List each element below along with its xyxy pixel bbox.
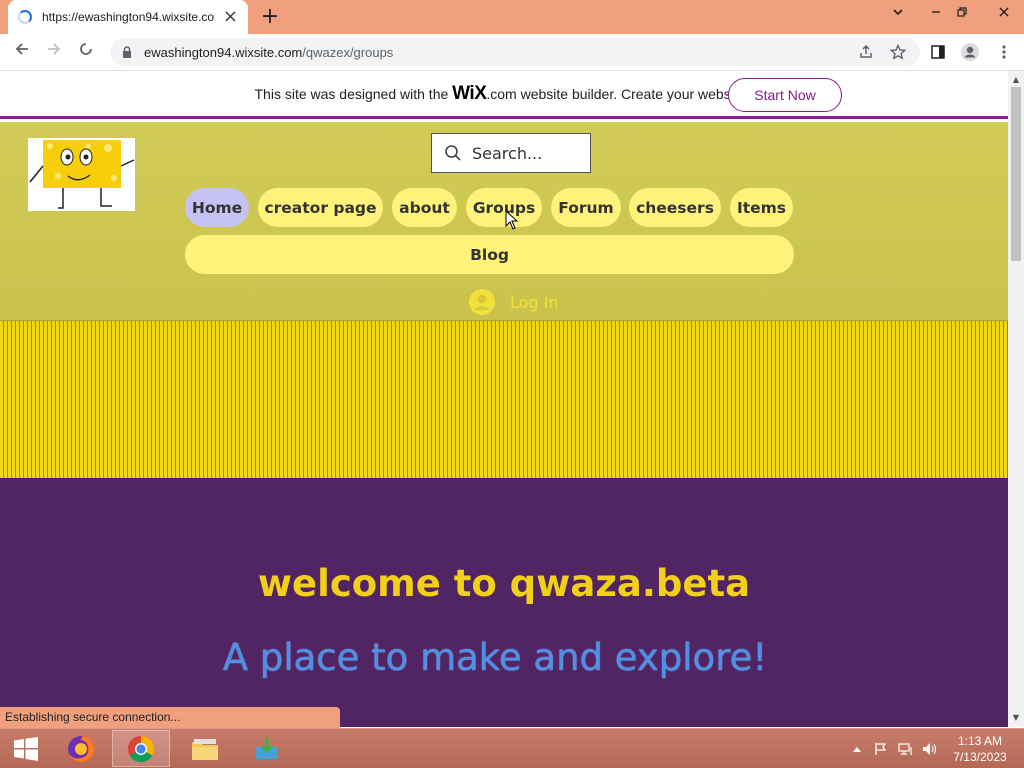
- login-label: Log In: [510, 292, 559, 312]
- hero-section: welcome to qwaza.beta A place to make an…: [0, 478, 1008, 727]
- wix-logo[interactable]: WiX: [452, 83, 487, 104]
- scrollbar-thumb[interactable]: [1011, 87, 1021, 261]
- chrome-icon: [127, 735, 155, 762]
- search-input[interactable]: Search...: [431, 133, 591, 173]
- nav-blog[interactable]: Blog: [185, 235, 794, 274]
- wix-banner: This site was designed with the WiX.com …: [0, 71, 1008, 119]
- start-now-button[interactable]: Start Now: [728, 78, 842, 112]
- windows-logo-icon: [14, 737, 38, 761]
- new-tab-button[interactable]: +: [258, 4, 282, 30]
- login-button[interactable]: Log In: [468, 288, 559, 316]
- close-window-icon[interactable]: [984, 0, 1024, 30]
- taskbar-chrome[interactable]: [112, 730, 170, 767]
- url-path: /qwazex/groups: [302, 44, 394, 60]
- stop-loading-icon[interactable]: [72, 38, 100, 66]
- welcome-heading: welcome to qwaza.beta: [257, 562, 751, 605]
- scroll-down-arrow-icon[interactable]: ▼: [1008, 711, 1024, 725]
- menu-kebab-icon[interactable]: [990, 38, 1018, 66]
- wix-banner-text: This site was designed with the WiX.com …: [254, 82, 787, 104]
- profile-avatar-icon[interactable]: [956, 38, 984, 66]
- firefox-icon: [68, 735, 94, 762]
- search-icon: [445, 145, 461, 161]
- start-button[interactable]: [0, 729, 52, 768]
- taskbar-installer[interactable]: [238, 730, 296, 767]
- tab-search-icon[interactable]: [882, 0, 914, 30]
- forward-arrow-icon[interactable]: [40, 38, 68, 66]
- site-header: Search... Home creator page about Groups…: [0, 122, 1008, 321]
- folder-icon: [192, 738, 218, 760]
- nav-about[interactable]: about: [392, 188, 457, 227]
- installer-icon: [256, 737, 278, 759]
- clock-date: 7/13/2023: [953, 750, 1007, 764]
- mouse-cursor-icon: [505, 210, 519, 230]
- nav-cheesers[interactable]: cheesers: [629, 188, 721, 227]
- page-viewport: This site was designed with the WiX.com …: [0, 71, 1008, 727]
- volume-icon[interactable]: [920, 729, 940, 768]
- clock-time: 1:13 AM: [957, 734, 1003, 748]
- tab-title: https://ewashington94.wixsite.com/qwazex…: [42, 10, 215, 24]
- network-icon[interactable]: [896, 729, 916, 768]
- scroll-up-arrow-icon[interactable]: ▲: [1008, 73, 1024, 87]
- striped-banner: [0, 321, 1008, 478]
- vertical-scrollbar[interactable]: ▲ ▼: [1008, 71, 1024, 727]
- restore-icon[interactable]: [946, 0, 978, 30]
- side-panel-icon[interactable]: [924, 38, 952, 66]
- address-bar[interactable]: ewashington94.wixsite.com/qwazex/groups: [110, 38, 920, 66]
- bookmark-star-icon[interactable]: [884, 38, 912, 66]
- nav-creator-page[interactable]: creator page: [258, 188, 383, 227]
- tab-strip: https://ewashington94.wixsite.com/qwazex…: [0, 0, 1024, 34]
- share-icon[interactable]: [852, 38, 880, 66]
- site-logo[interactable]: [28, 138, 135, 211]
- browser-toolbar: ewashington94.wixsite.com/qwazex/groups: [0, 34, 1024, 71]
- lock-icon[interactable]: [120, 45, 134, 59]
- nav-items[interactable]: Items: [730, 188, 793, 227]
- status-bar: Establishing secure connection...: [0, 707, 340, 728]
- nav-groups[interactable]: Groups: [466, 188, 542, 227]
- tagline-heading: A place to make and explore!: [222, 636, 768, 679]
- taskbar-firefox[interactable]: [52, 730, 110, 767]
- system-clock[interactable]: 1:13 AM 7/13/2023: [940, 733, 1020, 765]
- loading-spinner-icon: [18, 10, 32, 24]
- nav-home[interactable]: Home: [185, 188, 249, 227]
- tab-close-icon[interactable]: ×: [223, 8, 238, 26]
- user-icon: [469, 289, 495, 315]
- action-center-flag-icon[interactable]: [872, 729, 890, 768]
- taskbar-file-explorer[interactable]: [176, 730, 234, 767]
- windows-taskbar: 1:13 AM 7/13/2023: [0, 728, 1024, 768]
- browser-tab[interactable]: https://ewashington94.wixsite.com/qwazex…: [8, 0, 248, 34]
- search-placeholder: Search...: [472, 143, 543, 163]
- nav-forum[interactable]: Forum: [551, 188, 621, 227]
- back-arrow-icon[interactable]: [8, 38, 36, 66]
- show-hidden-icons[interactable]: [850, 729, 864, 768]
- url-host: ewashington94.wixsite.com: [144, 44, 303, 60]
